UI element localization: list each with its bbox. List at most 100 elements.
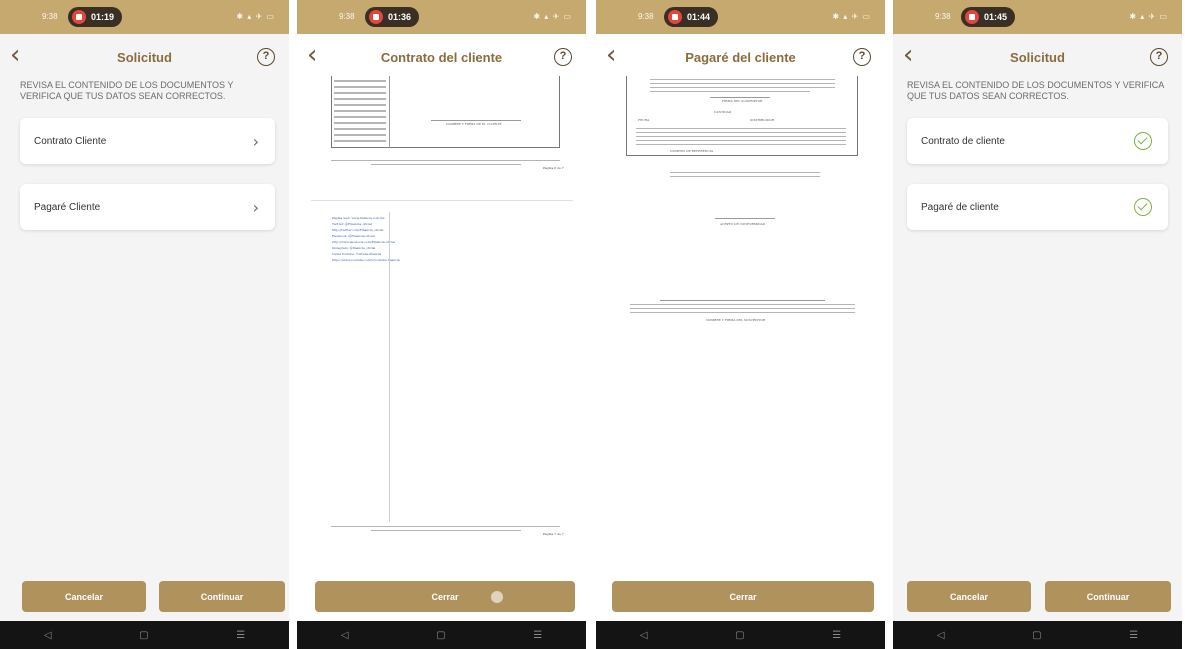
chevron-right-icon: ›: [252, 197, 259, 217]
nav-home-icon[interactable]: ▢: [139, 630, 148, 641]
app-header: ‹ Solicitud ?: [893, 34, 1182, 78]
nav-home-icon[interactable]: ▢: [436, 630, 445, 641]
text-line: [636, 140, 846, 141]
status-time: 9:38: [42, 12, 58, 21]
cancel-button[interactable]: Cancelar: [22, 581, 146, 612]
page-number: Página 6 de 7: [543, 166, 564, 170]
text-line: [334, 134, 386, 136]
text-line: [334, 92, 386, 94]
text-line: [334, 122, 386, 124]
cantidad-label: CANTIDAD: [714, 110, 732, 114]
screen-solicitud-completed: 9:38 01:45 ✱ ▴ ✈ ▭ ‹ Solicitud ? REVISA …: [893, 0, 1182, 649]
document-item-contrato[interactable]: Contrato de cliente: [907, 118, 1168, 164]
text-line: [636, 144, 846, 145]
signature-line: [710, 97, 770, 98]
link-instagram[interactable]: Instagram: @financia_oficial: [332, 246, 375, 250]
check-circle-icon: [1134, 132, 1152, 150]
cancel-button[interactable]: Cancelar: [907, 581, 1031, 612]
status-icons: ✱ ▴ ✈ ▭: [236, 12, 275, 21]
status-time: 9:38: [935, 12, 951, 21]
status-bar: 9:38 01:45 ✱ ▴ ✈ ▭: [893, 0, 1182, 34]
text-line: [650, 87, 835, 88]
close-button[interactable]: Cerrar: [315, 581, 575, 612]
status-icons: ✱ ▴ ✈ ▭: [533, 12, 572, 21]
page-title: Pagaré del cliente: [685, 50, 796, 65]
text-line: [334, 128, 386, 130]
link-youtube-handle[interactable]: Canal Youtube: Youtube.financia: [332, 252, 381, 256]
acepto-label: ACEPTO DE CONFORMIDAD: [720, 222, 766, 226]
document-item-label: Contrato Cliente: [34, 135, 107, 147]
link-web[interactable]: Página web: www.financia.com.mx: [332, 216, 385, 220]
document-item-label: Pagaré Cliente: [34, 201, 101, 213]
record-icon: [369, 10, 383, 24]
nombre-label: NOMBRE Y FIRMA DEL SUSCRIPTOR: [706, 318, 766, 322]
touch-indicator: [491, 591, 503, 603]
fecha-label: FECHA: [638, 118, 650, 122]
text-line: [636, 136, 846, 137]
continue-button[interactable]: Continuar: [159, 581, 285, 612]
footer-text: [371, 530, 521, 531]
nav-back-icon[interactable]: ◁: [937, 630, 945, 641]
contract-document[interactable]: NOMBRE Y FIRMA DE EL CLIENTE Página 6 de…: [311, 76, 573, 566]
status-time: 9:38: [638, 12, 654, 21]
close-button[interactable]: Cerrar: [612, 581, 874, 612]
nav-home-icon[interactable]: ▢: [1032, 630, 1041, 641]
ref-label: NÚMERO DE REFERENCIA: [670, 149, 714, 153]
instructions-text: REVISA EL CONTENIDO DE LOS DOCUMENTOS Y …: [907, 80, 1164, 101]
app-header: ‹ Pagaré del cliente ?: [596, 34, 885, 78]
page-title: Contrato del cliente: [380, 50, 503, 65]
nav-menu-icon[interactable]: ☰: [236, 630, 245, 641]
app-header: ‹ Solicitud ?: [0, 34, 289, 78]
signature-line: [431, 120, 521, 121]
document-item-contrato[interactable]: Contrato Cliente ›: [20, 118, 275, 164]
help-icon[interactable]: ?: [1150, 48, 1168, 66]
text-line: [670, 176, 820, 177]
nav-menu-icon[interactable]: ☰: [832, 630, 841, 641]
link-facebook-handle[interactable]: Facebook: @Financia.oficial: [332, 234, 375, 238]
link-twitter-handle[interactable]: Twitter: @Financia_oficial: [332, 222, 372, 226]
text-line: [650, 79, 835, 80]
footer-text: [371, 164, 521, 165]
text-line: [334, 98, 386, 100]
page-number: Página 7 de 7: [543, 532, 564, 536]
text-line: [630, 312, 855, 313]
firm-label: FIRMA DEL SUSCRIPTOR: [722, 99, 763, 103]
continue-button[interactable]: Continuar: [1045, 581, 1171, 612]
nav-home-icon[interactable]: ▢: [735, 630, 744, 641]
screen-solicitud-pending: 9:38 01:19 ✱ ▴ ✈ ▭ ‹ Solicitud ? REVISA …: [0, 0, 289, 649]
link-facebook-url[interactable]: http://www.facebook.com/Financia.oficial: [332, 240, 395, 244]
help-icon[interactable]: ?: [257, 48, 275, 66]
status-icons: ✱ ▴ ✈ ▭: [1129, 12, 1168, 21]
recording-indicator[interactable]: 01:45: [961, 7, 1016, 27]
text-line: [650, 91, 810, 92]
nav-menu-icon[interactable]: ☰: [533, 630, 542, 641]
status-bar: 9:38 01:19 ✱ ▴ ✈ ▭: [0, 0, 289, 34]
recording-indicator[interactable]: 01:44: [664, 7, 719, 27]
pagare-document[interactable]: FIRMA DEL SUSCRIPTOR FECHA CANTIDAD DIST…: [610, 76, 872, 566]
nav-menu-icon[interactable]: ☰: [1129, 630, 1138, 641]
screen-pagare-viewer: 9:38 01:44 ✱ ▴ ✈ ▭ ‹ Pagaré del cliente …: [596, 0, 885, 649]
nav-back-icon[interactable]: ◁: [341, 630, 349, 641]
document-item-label: Contrato de cliente: [921, 135, 1005, 147]
nav-back-icon[interactable]: ◁: [44, 630, 52, 641]
chevron-right-icon: ›: [252, 131, 259, 151]
document-item-pagare[interactable]: Pagaré Cliente ›: [20, 184, 275, 230]
recording-timer: 01:36: [388, 12, 412, 22]
text-line: [630, 304, 855, 305]
recording-indicator[interactable]: 01:36: [365, 7, 420, 27]
text-line: [334, 86, 386, 88]
column-divider: [389, 212, 390, 522]
instructions-text: REVISA EL CONTENIDO DE LOS DOCUMENTOS Y …: [20, 80, 234, 101]
document-item-pagare[interactable]: Pagaré de cliente: [907, 184, 1168, 230]
record-icon: [965, 10, 979, 24]
status-time: 9:38: [339, 12, 355, 21]
signature-line: [660, 300, 825, 301]
nav-back-icon[interactable]: ◁: [640, 630, 648, 641]
screen-contrato-viewer: 9:38 01:36 ✱ ▴ ✈ ▭ ‹ Contrato del client…: [297, 0, 586, 649]
recording-indicator[interactable]: 01:19: [68, 7, 123, 27]
status-bar: 9:38 01:44 ✱ ▴ ✈ ▭: [596, 0, 885, 34]
link-twitter-url[interactable]: http://twitter.com/Financia_oficial: [332, 228, 383, 232]
help-icon[interactable]: ?: [554, 48, 572, 66]
help-icon[interactable]: ?: [853, 48, 871, 66]
recording-timer: 01:44: [687, 12, 711, 22]
